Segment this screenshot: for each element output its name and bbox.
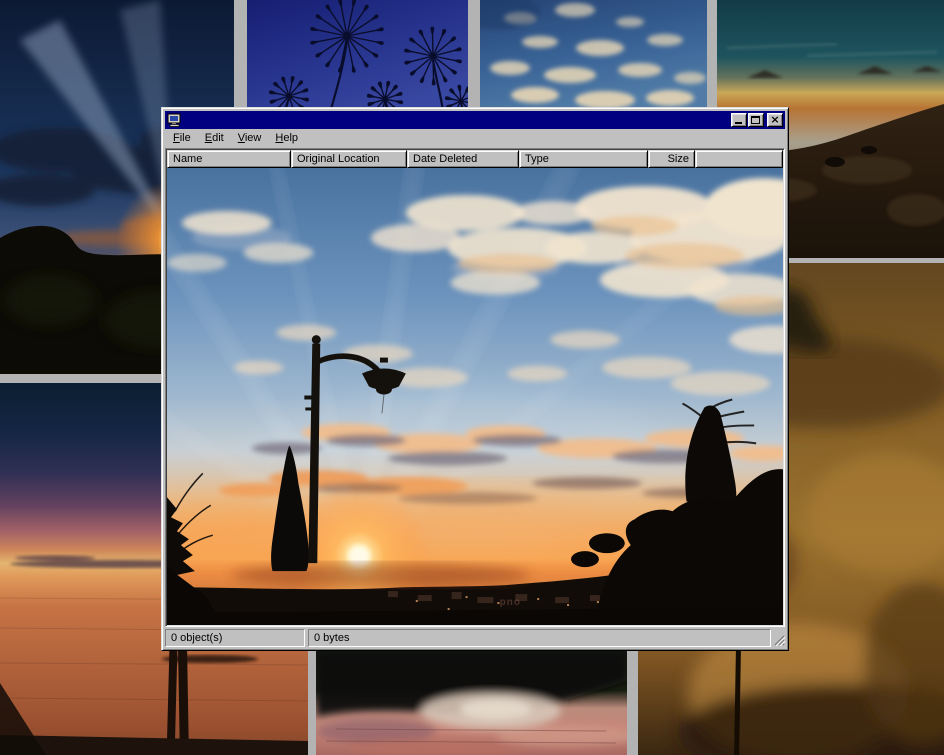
column-header-filler[interactable]	[695, 150, 783, 168]
resize-grip-icon	[773, 634, 785, 646]
close-button[interactable]: ×	[767, 113, 783, 127]
column-header-date-deleted[interactable]: Date Deleted	[407, 150, 519, 168]
menu-edit[interactable]: Edit	[198, 130, 231, 147]
minimize-button[interactable]	[731, 113, 747, 127]
menu-help[interactable]: Help	[268, 130, 305, 147]
status-bar: 0 object(s) 0 bytes	[165, 629, 785, 647]
wallpaper-tile-dried-flowers	[247, 0, 468, 110]
file-list-view[interactable]: NameOriginal LocationDate DeletedTypeSiz…	[165, 148, 785, 627]
photo-watermark: pno	[500, 597, 521, 608]
menu-file[interactable]: File	[166, 130, 198, 147]
resize-grip[interactable]	[773, 629, 785, 647]
list-viewport-photo[interactable]: pno	[167, 168, 783, 625]
column-header-size[interactable]: Size	[648, 150, 695, 168]
column-header-name[interactable]: Name	[167, 150, 291, 168]
status-object-count: 0 object(s)	[165, 629, 305, 647]
maximize-button[interactable]	[748, 113, 764, 127]
menu-bar: FileEditViewHelp	[165, 129, 785, 148]
minimize-icon	[735, 122, 742, 124]
menu-view[interactable]: View	[231, 130, 269, 147]
status-size: 0 bytes	[308, 629, 771, 647]
wallpaper-tile-cloud-sky	[480, 0, 707, 110]
maximize-icon	[751, 116, 760, 124]
desktop: { "theme":{ "titlebar_color":"#000080", …	[0, 0, 944, 755]
column-header-row: NameOriginal LocationDate DeletedTypeSiz…	[167, 150, 783, 168]
close-icon: ×	[768, 114, 782, 126]
recycle-bin-window: × FileEditViewHelp NameOriginal Location…	[161, 107, 789, 651]
column-header-type[interactable]: Type	[519, 150, 648, 168]
column-header-original-location[interactable]: Original Location	[291, 150, 407, 168]
window-titlebar[interactable]: ×	[165, 111, 785, 129]
computer-icon[interactable]	[167, 113, 183, 127]
wallpaper-tile-water-reflection	[316, 651, 627, 755]
